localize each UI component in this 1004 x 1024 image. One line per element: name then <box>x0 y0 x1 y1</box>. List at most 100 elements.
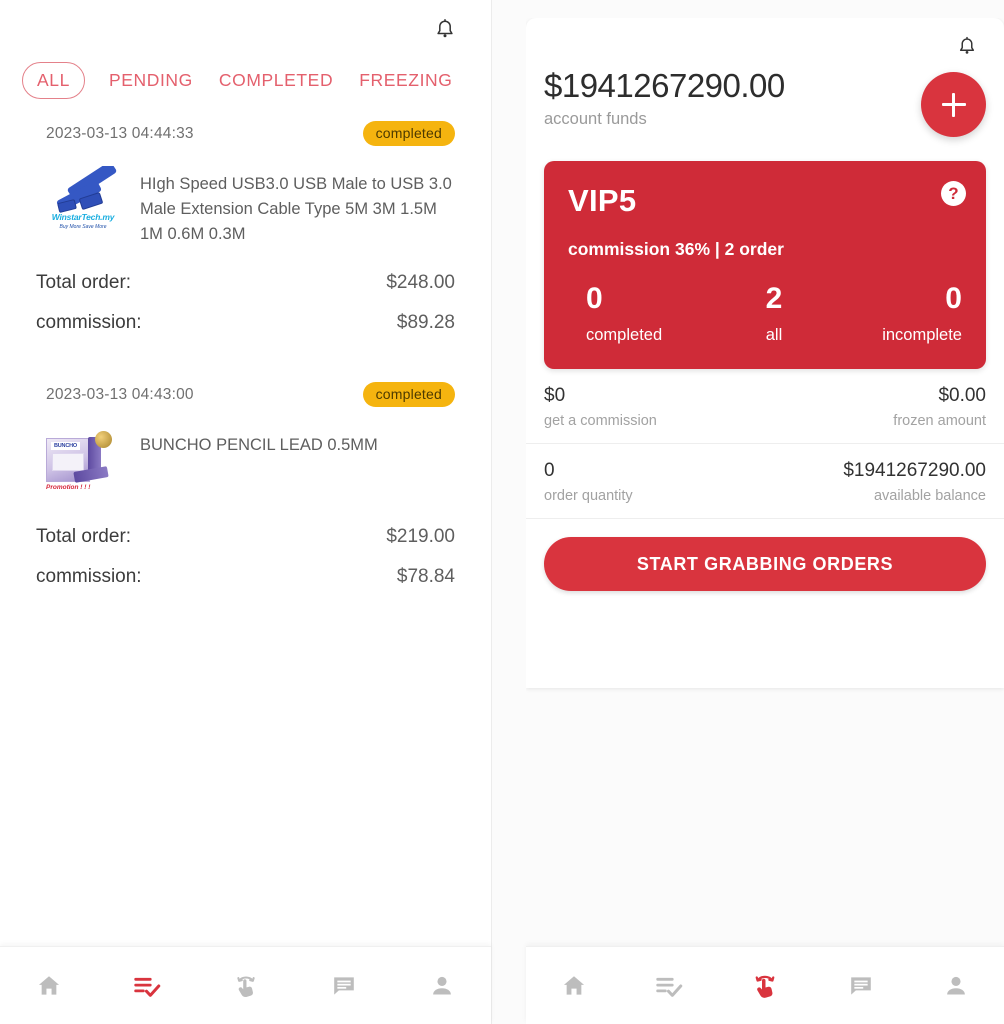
nav-item-grab[interactable] <box>196 947 294 1024</box>
account-funds-block: $1941267290.00 account funds <box>544 67 785 129</box>
nav-item-orders[interactable] <box>98 947 196 1024</box>
order-quantity-caption: order quantity <box>544 488 633 504</box>
playlist-check-icon <box>656 977 683 997</box>
tab-all[interactable]: ALL <box>22 62 85 99</box>
order-commission-value: $78.84 <box>396 566 455 588</box>
nav-item-messages[interactable] <box>295 947 393 1024</box>
tap-gesture-icon <box>236 976 255 997</box>
thumbnail-tagline-text: Buy More Save More <box>59 224 107 230</box>
home-icon <box>563 975 584 995</box>
order-quantity-value: 0 <box>544 460 555 481</box>
notification-bell-button[interactable] <box>952 32 982 62</box>
get-commission-stat: $0 get a commission <box>544 385 657 429</box>
person-icon <box>433 976 451 995</box>
order-status-tabs: ALL PENDING COMPLETED FREEZING <box>0 56 491 99</box>
order-header: 2023-03-13 04:44:33 completed <box>36 99 455 152</box>
playlist-check-icon <box>134 977 161 997</box>
plus-icon <box>941 92 966 117</box>
thumbnail-tagline-text: Promotion ! ! ! <box>46 484 91 492</box>
nav-item-orders[interactable] <box>622 947 718 1024</box>
help-icon[interactable]: ? <box>941 181 966 206</box>
start-grabbing-orders-button[interactable]: START GRABBING ORDERS <box>544 537 986 591</box>
order-body: BUNCHO Promotion ! ! ! BUNCHO PENCIL LEA… <box>36 413 455 500</box>
order-commission-label: commission: <box>36 566 142 588</box>
home-icon <box>39 975 60 995</box>
nav-item-profile[interactable] <box>908 947 1004 1024</box>
vip-stat-incomplete-caption: incomplete <box>882 326 962 344</box>
thumbnail-brand-text: BUNCHO <box>51 442 80 451</box>
product-title: HIgh Speed USB3.0 USB Male to USB 3.0 Ma… <box>140 175 452 243</box>
order-total-value: $219.00 <box>386 526 455 548</box>
get-commission-caption: get a commission <box>544 413 657 429</box>
vip-stat-all-caption: all <box>765 326 783 344</box>
account-card: $1941267290.00 account funds VIP5 ? comm… <box>526 18 1004 688</box>
bell-icon <box>437 18 453 37</box>
status-badge: completed <box>362 382 455 408</box>
account-topbar <box>526 18 1004 68</box>
order-commission-row: commission: $78.84 <box>36 548 455 588</box>
vip-stats-row: 0 completed 2 all 0 incomplete <box>568 260 962 345</box>
tab-completed[interactable]: COMPLETED <box>217 64 335 97</box>
get-commission-value: $0 <box>544 385 566 406</box>
order-timestamp: 2023-03-13 04:44:33 <box>46 124 194 142</box>
order-total-value: $248.00 <box>386 272 455 294</box>
order-header: 2023-03-13 04:43:00 completed <box>36 360 455 413</box>
order-total-row: Total order: $219.00 <box>36 500 455 548</box>
thumbnail-brand-text: WinstarTech.my <box>51 212 115 222</box>
nav-item-home[interactable] <box>526 947 622 1024</box>
tab-freezing-label: FREEZING <box>359 70 453 90</box>
available-balance-value: $1941267290.00 <box>843 460 986 481</box>
account-funds-row: $1941267290.00 account funds <box>526 67 1004 137</box>
order-commission-value: $89.28 <box>396 312 455 334</box>
vip-level-card: VIP5 ? commission 36% | 2 order 0 comple… <box>544 161 986 369</box>
frozen-amount-caption: frozen amount <box>893 413 986 429</box>
tab-freezing[interactable]: FREEZING <box>357 64 454 97</box>
order-body: WinstarTech.my Buy More Save More HIgh S… <box>36 152 455 254</box>
available-balance-caption: available balance <box>873 488 986 504</box>
chat-icon <box>850 976 871 995</box>
bell-icon <box>959 36 975 54</box>
order-list: 2023-03-13 04:44:33 completed WinstarTec… <box>0 99 491 598</box>
nav-item-messages[interactable] <box>813 947 909 1024</box>
order-total-label: Total order: <box>36 272 132 294</box>
start-grabbing-orders-label: START GRABBING ORDERS <box>636 553 894 574</box>
order-timestamp: 2023-03-13 04:43:00 <box>46 385 194 403</box>
order-commission-label: commission: <box>36 312 142 334</box>
person-icon <box>947 976 966 995</box>
nav-item-grab[interactable] <box>717 947 813 1024</box>
status-badge: completed <box>362 121 455 146</box>
order-item[interactable]: 2023-03-13 04:43:00 completed BUNCHO Pro… <box>0 334 491 588</box>
nav-item-profile[interactable] <box>393 947 491 1024</box>
frozen-amount-value: $0.00 <box>938 385 986 406</box>
account-panel: $1941267290.00 account funds VIP5 ? comm… <box>526 18 1004 1024</box>
add-funds-button[interactable] <box>921 72 986 137</box>
vip-commission-summary: commission 36% | 2 order <box>568 239 784 259</box>
cta-wrapper: START GRABBING ORDERS <box>526 519 1004 591</box>
chat-icon <box>333 976 354 995</box>
product-thumbnail: WinstarTech.my Buy More Save More <box>44 166 122 231</box>
order-quantity-stat: 0 order quantity <box>544 460 633 504</box>
notification-bell-button[interactable] <box>429 14 461 46</box>
tab-pending[interactable]: PENDING <box>107 64 195 97</box>
order-total-label: Total order: <box>36 526 132 548</box>
order-commission-row: commission: $89.28 <box>36 294 455 334</box>
order-total-row: Total order: $248.00 <box>36 254 455 294</box>
tab-pending-label: PENDING <box>108 70 193 90</box>
product-thumbnail: BUNCHO Promotion ! ! ! <box>44 427 122 493</box>
commission-stats-row: $0 get a commission $0.00 frozen amount <box>526 369 1004 444</box>
balance-stats-row: 0 order quantity $1941267290.00 availabl… <box>526 444 1004 519</box>
order-item[interactable]: 2023-03-13 04:44:33 completed WinstarTec… <box>0 99 491 334</box>
vip-stat-completed-caption: completed <box>586 326 663 344</box>
tab-all-label: ALL <box>37 70 70 90</box>
bottom-nav-right <box>526 946 1004 1024</box>
vip-stat-completed-value: 0 <box>586 282 603 315</box>
vip-stat-completed: 0 completed <box>568 282 711 345</box>
available-balance-stat: $1941267290.00 available balance <box>843 460 986 504</box>
orders-topbar <box>0 0 491 56</box>
vip-level-title: VIP5 <box>568 183 637 218</box>
vip-stat-all-value: 2 <box>765 282 783 315</box>
product-title: BUNCHO PENCIL LEAD 0.5MM <box>140 436 378 455</box>
vip-stat-incomplete-value: 0 <box>945 282 962 315</box>
vip-stat-all: 2 all <box>711 282 836 345</box>
nav-item-home[interactable] <box>0 947 98 1024</box>
